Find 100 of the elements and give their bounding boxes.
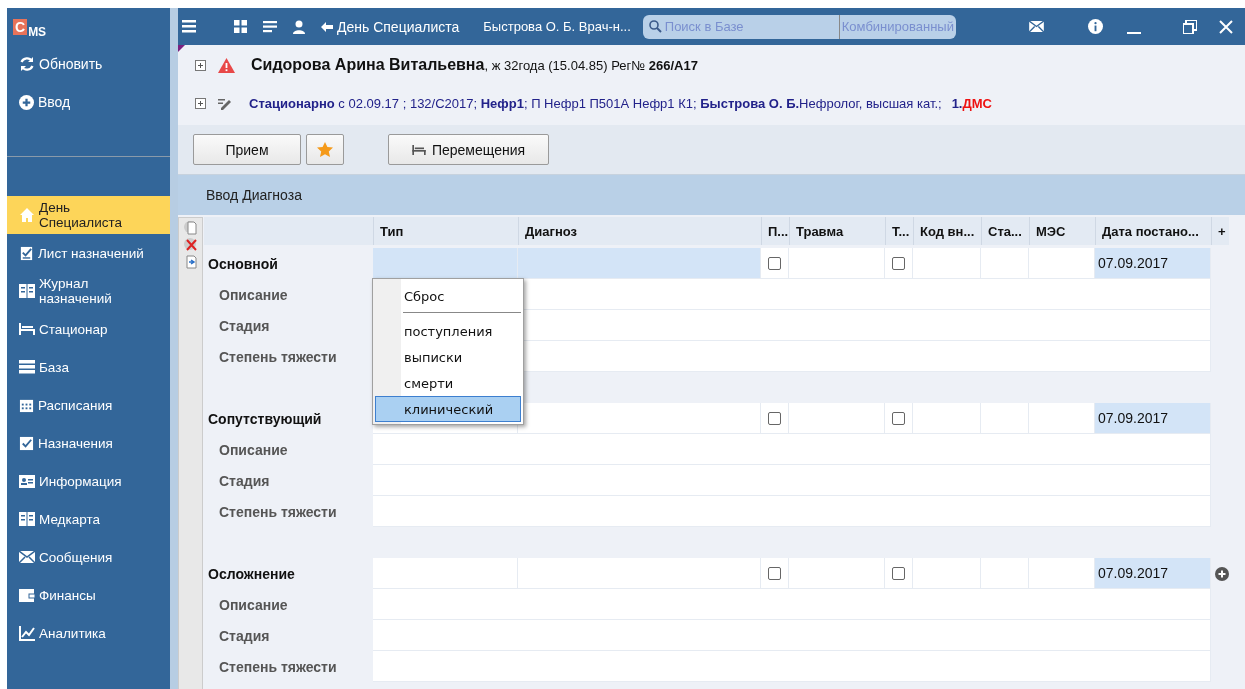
input-field[interactable] [373, 589, 1211, 620]
menu-item[interactable]: смерти [375, 370, 521, 396]
grid-icon[interactable] [234, 20, 247, 33]
input-field[interactable] [373, 620, 1211, 651]
column-header[interactable]: Дата постано... [1095, 217, 1211, 245]
text-lines-icon[interactable] [263, 20, 277, 33]
checkbox[interactable] [892, 411, 905, 425]
checkbox[interactable] [768, 411, 781, 425]
table-cell[interactable] [981, 403, 1029, 434]
sidebar-item[interactable]: База [7, 348, 170, 386]
menu-item[interactable]: поступления [375, 318, 521, 344]
reception-button[interactable]: Прием [193, 134, 301, 165]
date-cell[interactable]: 07.09.2017 [1095, 558, 1211, 589]
table-cell[interactable] [1029, 403, 1095, 434]
checkbox[interactable] [892, 256, 905, 270]
menu-item[interactable]: клинический [375, 396, 521, 422]
table-cell[interactable] [913, 403, 981, 434]
table-cell[interactable] [913, 558, 981, 589]
search-icon [648, 20, 662, 33]
menu-item[interactable]: выписки [375, 344, 521, 370]
field-label: Степень тяжести [218, 347, 338, 367]
favorite-button[interactable] [306, 134, 344, 165]
sidebar-item[interactable]: Лист назначений [7, 234, 170, 272]
new-document-icon[interactable] [183, 220, 198, 235]
sidebar-item[interactable]: Аналитика [7, 614, 170, 652]
sidebar-item[interactable]: Информация [7, 462, 170, 500]
expand-icon[interactable] [195, 59, 206, 71]
table-cell[interactable] [789, 248, 885, 279]
table-cell[interactable] [981, 558, 1029, 589]
table-cell[interactable] [981, 248, 1029, 279]
add-icon[interactable] [1215, 566, 1229, 581]
diagnosis-cell[interactable] [518, 558, 761, 589]
table-cell[interactable] [1029, 248, 1095, 279]
back-link[interactable]: День Специалиста [321, 18, 460, 35]
type-cell[interactable] [373, 248, 518, 279]
input-field[interactable] [373, 465, 1211, 496]
expand-icon[interactable] [195, 97, 206, 109]
field-label: Описание [218, 285, 289, 305]
column-header[interactable]: Т... [885, 217, 913, 245]
column-header[interactable]: МЭС [1029, 217, 1095, 245]
type-cell[interactable] [373, 558, 518, 589]
field-label: Стадия [218, 316, 271, 336]
pencil-icon [218, 96, 233, 110]
column-header[interactable]: П... [761, 217, 789, 245]
column-header[interactable]: Код вн... [913, 217, 981, 245]
home-icon [19, 207, 35, 223]
date-cell[interactable]: 07.09.2017 [1095, 248, 1211, 279]
menu-item[interactable]: Сброс [375, 281, 521, 311]
column-header[interactable]: Травма [789, 217, 885, 245]
table-cell[interactable] [913, 248, 981, 279]
sidebar-item[interactable]: Медкарта [7, 500, 170, 538]
diagnosis-cell[interactable] [518, 248, 761, 279]
sidebar-item[interactable]: Расписания [7, 386, 170, 424]
sidebar-item[interactable]: Сообщения [7, 538, 170, 576]
sidebar-action[interactable]: Ввод [7, 83, 170, 121]
menu-icon[interactable] [182, 20, 196, 33]
journal-icon [19, 284, 35, 298]
maximize-icon[interactable] [1183, 19, 1197, 34]
column-header[interactable]: Ста... [981, 217, 1029, 245]
arrow-left-icon [321, 21, 333, 32]
doctor-label[interactable]: Быстрова О. Б. Врач-н... [483, 19, 631, 34]
diagnosis-cell[interactable] [518, 403, 761, 434]
bed-icon [19, 323, 35, 335]
transfers-button[interactable]: Перемещения [388, 134, 549, 165]
input-field[interactable] [373, 496, 1211, 527]
import-document-icon[interactable] [183, 254, 198, 269]
table-cell[interactable] [789, 558, 885, 589]
table-cell[interactable] [789, 403, 885, 434]
mail-icon[interactable] [1029, 21, 1044, 32]
sidebar-item[interactable]: Финансы [7, 576, 170, 614]
sidebar-item[interactable]: Журнал назначений [7, 272, 170, 310]
date-cell[interactable]: 07.09.2017 [1095, 403, 1211, 434]
wallet-icon [19, 588, 35, 602]
field-label: Описание [218, 440, 289, 460]
sidebar-item[interactable]: Назначения [7, 424, 170, 462]
column-header[interactable]: + [1211, 217, 1229, 245]
search-field[interactable]: Поиск в Базе [664, 19, 835, 34]
info-icon[interactable] [1088, 19, 1103, 34]
checkbox[interactable] [768, 566, 781, 580]
group-title: Сопутствующий [207, 409, 323, 429]
warning-icon [218, 57, 235, 73]
logo-mark: C [13, 18, 28, 35]
table-cell[interactable] [1029, 558, 1095, 589]
sidebar-item[interactable]: День Специалиста [7, 196, 170, 234]
checkbox[interactable] [892, 566, 905, 580]
sidebar-item[interactable]: Стационар [7, 310, 170, 348]
patient-details: , ж 32года (15.04.85) Рег№ 266/А17 [484, 57, 698, 73]
checkbox[interactable] [768, 256, 781, 270]
input-field[interactable] [373, 651, 1211, 682]
input-field[interactable] [373, 434, 1211, 465]
sidebar-action[interactable]: Обновить [7, 45, 170, 83]
insurance-number: 1. [951, 95, 963, 111]
person-icon[interactable] [293, 19, 305, 34]
close-icon[interactable] [1219, 19, 1233, 34]
refresh-icon [19, 56, 35, 72]
column-header[interactable]: Тип [373, 217, 518, 245]
star-icon [317, 142, 333, 157]
column-header[interactable]: Диагноз [518, 217, 761, 245]
delete-icon[interactable] [183, 237, 198, 252]
search-box[interactable]: Поиск в Базе [642, 14, 839, 39]
